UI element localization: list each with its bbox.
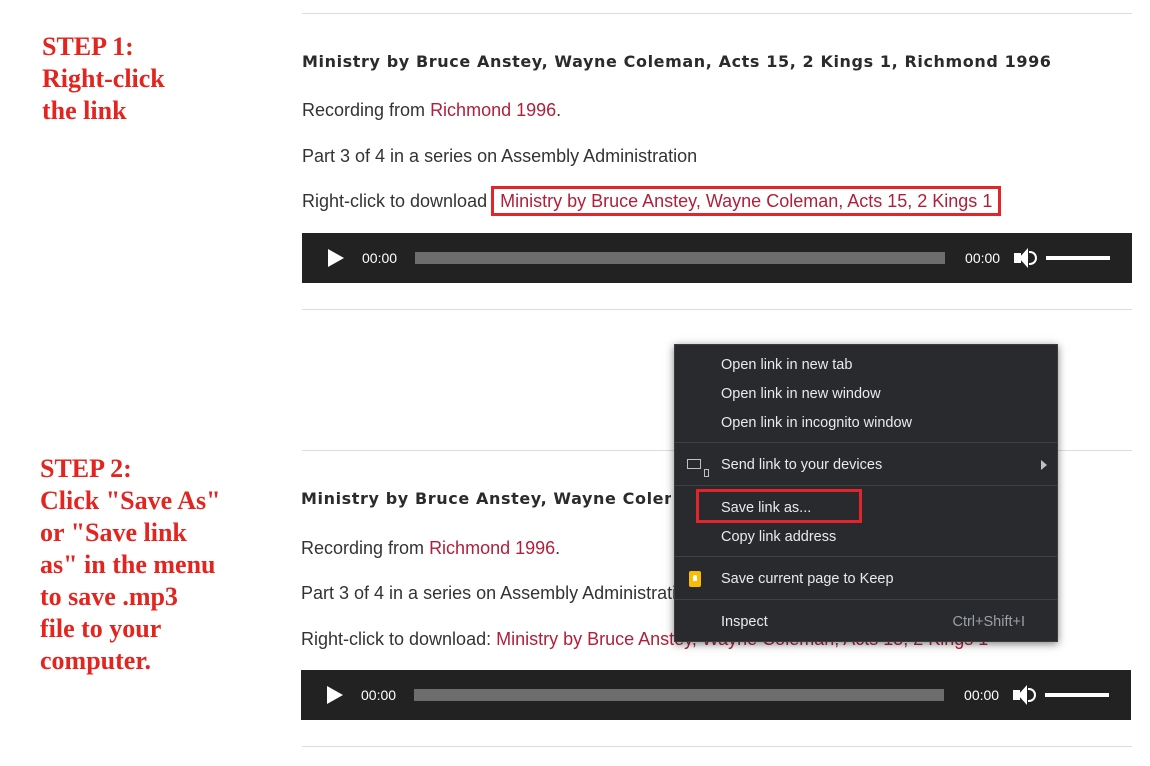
menu-item-label: Save current page to Keep [721, 571, 894, 587]
recording-suffix: . [556, 100, 562, 120]
menu-separator [675, 485, 1057, 486]
menu-item-shortcut: Ctrl+Shift+I [952, 614, 1025, 630]
post-title: Ministry by Bruce Anstey, Wayne Coleman,… [302, 52, 1052, 71]
menu-item-label: Save link as... [721, 500, 812, 516]
context-menu: Open link in new tab Open link in new wi… [674, 344, 1058, 642]
recording-suffix: . [555, 538, 561, 558]
keep-icon [689, 571, 701, 587]
submenu-arrow-icon [1041, 460, 1047, 470]
current-time: 00:00 [362, 250, 398, 266]
download-prefix: Right-click to download [302, 191, 488, 211]
progress-rail[interactable] [415, 252, 946, 264]
volume-slider[interactable] [1045, 693, 1110, 697]
volume-icon[interactable] [1014, 246, 1038, 270]
menu-item-label: Inspect [721, 614, 768, 630]
download-prefix: Right-click to download: [301, 629, 497, 649]
menu-item-copy-link-address[interactable]: Copy link address [675, 523, 1057, 551]
recording-line: Recording from Richmond 1996. [301, 538, 560, 559]
current-time: 00:00 [361, 687, 397, 703]
menu-item-open-new-tab[interactable]: Open link in new tab [675, 351, 1057, 379]
recording-prefix: Recording from [301, 538, 430, 558]
menu-item-label: Open link in incognito window [721, 415, 913, 431]
volume-slider[interactable] [1046, 256, 1111, 260]
audio-player: 00:00 00:00 [301, 670, 1131, 720]
play-icon[interactable] [328, 249, 344, 267]
recording-line: Recording from Richmond 1996. [302, 100, 561, 121]
recording-link[interactable]: Richmond 1996 [429, 538, 555, 558]
menu-item-save-link-as[interactable]: Save link as... [675, 494, 1057, 522]
download-line: Right-click to download Ministry by Bruc… [302, 186, 1002, 216]
menu-item-label: Open link in new tab [721, 357, 853, 373]
series-line: Part 3 of 4 in a series on Assembly Admi… [301, 583, 697, 603]
menu-item-save-to-keep[interactable]: Save current page to Keep [675, 565, 1057, 593]
menu-separator [675, 599, 1057, 600]
divider [302, 746, 1132, 747]
menu-item-label: Copy link address [721, 529, 837, 545]
menu-item-send-to-devices[interactable]: Send link to your devices [675, 451, 1057, 479]
audio-player: 00:00 00:00 [302, 233, 1132, 283]
menu-item-inspect[interactable]: Inspect Ctrl+Shift+I [675, 608, 1057, 636]
menu-separator [675, 556, 1057, 557]
duration: 00:00 [964, 687, 1000, 703]
download-link[interactable]: Ministry by Bruce Anstey, Wayne Coleman,… [491, 186, 1002, 216]
menu-item-open-new-window[interactable]: Open link in new window [675, 380, 1057, 408]
progress-rail[interactable] [414, 689, 945, 701]
recording-link[interactable]: Richmond 1996 [430, 100, 556, 120]
menu-item-open-incognito[interactable]: Open link in incognito window [675, 409, 1057, 437]
menu-item-label: Open link in new window [721, 386, 881, 402]
step2-annotation: STEP 2: Click "Save As" or "Save link as… [40, 454, 221, 675]
menu-separator [675, 442, 1057, 443]
post-title: Ministry by Bruce Anstey, Wayne Coleman,… [301, 489, 671, 508]
divider [302, 309, 1132, 310]
volume-icon[interactable] [1013, 683, 1037, 707]
duration: 00:00 [965, 250, 1001, 266]
step1-annotation: STEP 1: Right-click the link [42, 32, 165, 125]
divider [302, 13, 1132, 14]
play-icon[interactable] [327, 686, 343, 704]
recording-prefix: Recording from [302, 100, 431, 120]
menu-item-label: Send link to your devices [721, 457, 883, 473]
series-line: Part 3 of 4 in a series on Assembly Admi… [302, 146, 698, 166]
devices-icon [687, 459, 709, 477]
